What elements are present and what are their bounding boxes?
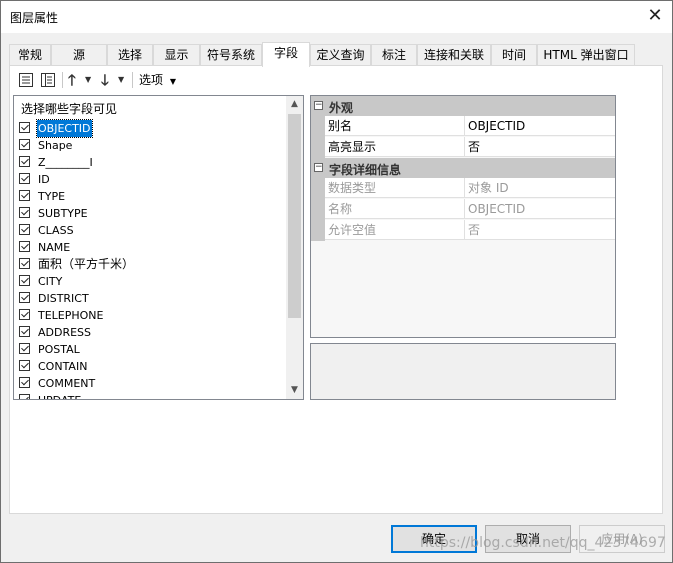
property-row[interactable]: 高亮显示 否 (311, 137, 615, 158)
title-bar: 图层属性 ✕ (1, 1, 672, 33)
tab-source[interactable]: 源 (51, 44, 107, 66)
field-label: CLASS (38, 224, 74, 237)
scrollbar-thumb[interactable] (288, 114, 301, 318)
move-up-icon[interactable]: 🡑 (68, 69, 76, 91)
collapse-icon[interactable]: − (314, 101, 323, 110)
move-down-icon[interactable]: 🡓 (101, 69, 109, 91)
tab-time[interactable]: 时间 (491, 44, 537, 66)
property-row: 名称 OBJECTID (311, 199, 615, 220)
field-checkbox[interactable] (19, 377, 30, 388)
toolbar-separator (62, 72, 63, 88)
allow-null-value: 否 (465, 220, 615, 240)
field-checkbox[interactable] (19, 224, 30, 235)
row-gutter (311, 116, 325, 137)
options-label: 选项 (139, 73, 164, 87)
name-value: OBJECTID (465, 199, 615, 219)
property-description-box (310, 343, 616, 400)
table-view-icon[interactable] (19, 69, 33, 91)
field-label: TELEPHONE (38, 309, 104, 322)
toolbar-separator (132, 72, 133, 88)
field-checkbox[interactable] (19, 156, 30, 167)
field-label: SUBTYPE (38, 207, 88, 220)
category-label: 外观 (329, 101, 354, 115)
category-label: 字段详细信息 (329, 163, 402, 177)
property-name: 数据类型 (325, 178, 465, 198)
field-checkbox[interactable] (19, 309, 30, 320)
field-label: Z________I (38, 156, 93, 169)
property-row: 允许空值 否 (311, 220, 615, 241)
field-label: TYPE (38, 190, 66, 203)
field-checkbox[interactable] (19, 258, 30, 269)
layer-properties-dialog: 图层属性 ✕ 常规 源 选择 显示 符号系统 字段 定义查询 标注 连接和关联 … (0, 0, 673, 563)
field-label: CITY (38, 275, 63, 288)
field-checkbox[interactable] (19, 275, 30, 286)
field-checkbox[interactable] (19, 292, 30, 303)
tab-joins-relates[interactable]: 连接和关联 (417, 44, 491, 66)
tab-symbology[interactable]: 符号系统 (200, 44, 262, 66)
field-label: ADDRESS (38, 326, 92, 339)
watermark-text: https://blog.csdn.net/qq_42374697 (420, 535, 666, 551)
tab-labels[interactable]: 标注 (371, 44, 417, 66)
data-type-value: 对象 ID (465, 178, 615, 198)
field-label: UPDATE (37, 392, 82, 399)
field-properties-grid: − 外观 别名 OBJECTID 高亮显示 否 − 字段详细信息 数据类型 对象… (310, 95, 616, 338)
category-field-details[interactable]: − 字段详细信息 (311, 158, 615, 178)
fields-toolbar: 🡑 ▼ 🡓 ▼ 选项 ▼ (15, 69, 315, 91)
field-checkbox[interactable] (19, 360, 30, 371)
scroll-up-icon[interactable]: ▲ (286, 96, 303, 113)
field-label: Shape (38, 139, 73, 152)
field-label: OBJECTID (36, 119, 93, 138)
property-row[interactable]: 别名 OBJECTID (311, 116, 615, 137)
tab-strip: 常规 源 选择 显示 符号系统 字段 定义查询 标注 连接和关联 时间 HTML… (9, 42, 669, 67)
tab-html-popup[interactable]: HTML 弹出窗口 (537, 44, 635, 66)
field-label: CONTAIN (38, 360, 88, 373)
field-checkbox[interactable] (19, 326, 30, 337)
property-name: 高亮显示 (325, 137, 465, 157)
field-checkbox[interactable] (19, 207, 30, 218)
field-checkbox[interactable] (19, 173, 30, 184)
field-label: DISTRICT (38, 292, 89, 305)
close-icon[interactable]: ✕ (644, 5, 666, 27)
category-appearance[interactable]: − 外观 (311, 96, 615, 116)
window-title: 图层属性 (10, 11, 59, 25)
fields-list-scrollbar[interactable]: ▲ ▼ (286, 96, 303, 399)
field-checkbox[interactable] (19, 139, 30, 150)
list-view-icon[interactable] (41, 69, 55, 91)
field-checkbox[interactable] (19, 394, 30, 399)
field-label: POSTAL (38, 343, 80, 356)
chevron-down-icon[interactable]: ▼ (85, 69, 91, 91)
property-name: 允许空值 (325, 220, 465, 240)
visible-fields-list[interactable]: 选择哪些字段可见 OBJECTID Shape Z________I ID TY… (13, 95, 304, 400)
field-checkbox[interactable] (19, 343, 30, 354)
row-gutter (311, 178, 325, 199)
field-checkbox[interactable] (19, 241, 30, 252)
field-label: COMMENT (38, 377, 96, 390)
row-gutter (311, 199, 325, 220)
property-name: 名称 (325, 199, 465, 219)
alias-value[interactable]: OBJECTID (465, 116, 615, 136)
tab-selection[interactable]: 选择 (107, 44, 153, 66)
property-name: 别名 (325, 116, 465, 136)
field-checkbox[interactable] (19, 190, 30, 201)
row-gutter (311, 137, 325, 158)
fields-list-heading: 选择哪些字段可见 (21, 102, 118, 116)
chevron-down-icon[interactable]: ▼ (118, 69, 124, 91)
field-label: ID (38, 173, 50, 186)
tab-definition-query[interactable]: 定义查询 (310, 44, 371, 66)
tab-fields[interactable]: 字段 (262, 42, 310, 67)
highlight-value[interactable]: 否 (465, 137, 615, 157)
scroll-down-icon[interactable]: ▼ (286, 382, 303, 399)
property-row: 数据类型 对象 ID (311, 178, 615, 199)
field-label: NAME (38, 241, 71, 254)
field-label: 面积（平方千米） (38, 257, 135, 271)
options-menu-button[interactable]: 选项 ▼ (139, 69, 176, 91)
tab-general[interactable]: 常规 (9, 44, 51, 66)
field-checkbox[interactable] (19, 122, 30, 133)
row-gutter (311, 220, 325, 241)
tab-display[interactable]: 显示 (153, 44, 200, 66)
collapse-icon[interactable]: − (314, 163, 323, 172)
chevron-down-icon: ▼ (169, 77, 176, 86)
